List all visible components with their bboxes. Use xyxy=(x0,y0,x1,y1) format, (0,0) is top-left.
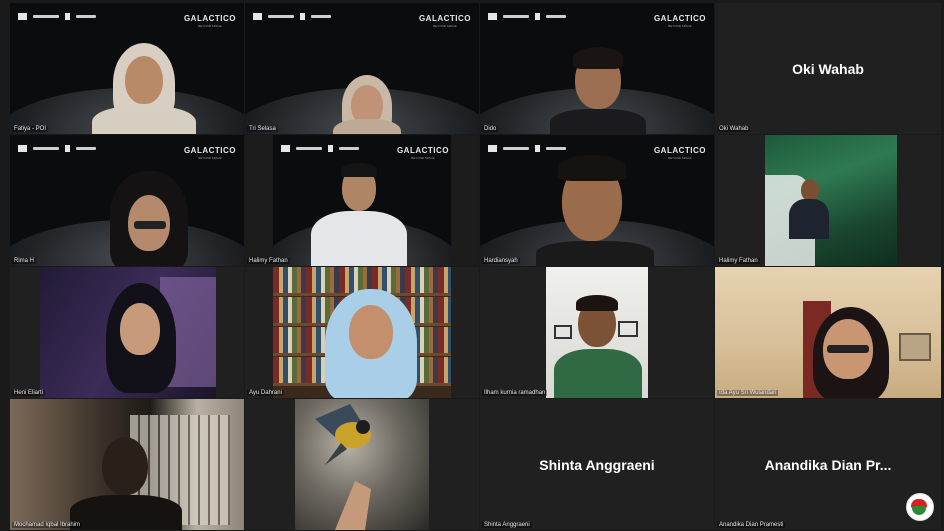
participant-tile[interactable]: Halimy Fathan xyxy=(715,135,941,266)
participant-avatar xyxy=(10,135,244,266)
participant-name: Rima H xyxy=(12,258,37,264)
participant-tile[interactable]: Mochamad Iqbal Ibrahim xyxy=(10,399,244,530)
participant-name: Halimy Fathan xyxy=(247,258,290,264)
participant-tile[interactable] xyxy=(245,399,479,530)
video-feed xyxy=(295,399,429,530)
video-feed xyxy=(10,399,244,530)
video-feed xyxy=(765,135,897,266)
participant-avatar xyxy=(480,135,714,266)
participant-display-name: Oki Wahab xyxy=(792,60,864,77)
participant-tile[interactable]: Ilham kurnia ramadhan xyxy=(480,267,714,398)
video-feed xyxy=(273,267,451,398)
participant-tile[interactable]: GALACTICO BEYOND SPACE Fatiya - POI xyxy=(10,3,244,134)
participant-name: Ayu Dahrani xyxy=(247,390,284,396)
participant-avatar xyxy=(480,3,714,134)
participant-tile[interactable]: Ayu Dahrani xyxy=(245,267,479,398)
participant-name: Oki Wahab xyxy=(717,126,751,132)
participant-tile[interactable]: GALACTICO BEYOND SPACE Rima H xyxy=(10,135,244,266)
participant-name: Ida Ayu Sri Wulandari xyxy=(717,390,779,396)
participant-name: Dido xyxy=(482,126,499,132)
participant-name: Heni Eliarti xyxy=(12,390,46,396)
participant-tile[interactable]: GALACTICO BEYOND SPACE Hardiansyah xyxy=(480,135,714,266)
participant-tile[interactable]: GALACTICO BEYOND SPACE Dido xyxy=(480,3,714,134)
participant-display-name: Anandika Dian Pr... xyxy=(764,456,892,473)
participant-name: Ilham kurnia ramadhan xyxy=(482,390,548,396)
participant-name: Hardiansyah xyxy=(482,258,520,264)
participant-tile[interactable]: GALACTICO BEYOND SPACE Tri Selasa xyxy=(245,3,479,134)
organization-logo-icon xyxy=(906,493,934,521)
meeting-gallery: GALACTICO BEYOND SPACE Fatiya - POI GALAC… xyxy=(0,0,944,531)
participant-name: Halimy Fathan xyxy=(717,258,760,264)
participant-name: Shinta Anggraeni xyxy=(482,522,532,528)
participant-tile[interactable]: Heni Eliarti xyxy=(10,267,244,398)
participant-avatar xyxy=(245,3,479,134)
participant-tile[interactable]: Oki Wahab Oki Wahab xyxy=(715,3,941,134)
video-feed xyxy=(715,267,941,398)
video-feed xyxy=(546,267,648,398)
participant-avatar xyxy=(10,3,244,134)
participant-name: Tri Selasa xyxy=(247,126,278,132)
video-feed xyxy=(40,267,216,398)
participant-name: Fatiya - POI xyxy=(12,126,49,132)
participant-name: Mochamad Iqbal Ibrahim xyxy=(12,522,83,528)
participant-tile[interactable]: Ida Ayu Sri Wulandari xyxy=(715,267,941,398)
participant-display-name: Shinta Anggraeni xyxy=(539,456,655,473)
participant-avatar xyxy=(245,135,479,266)
participant-tile[interactable]: GALACTICO BEYOND SPACE Halimy Fathan xyxy=(245,135,479,266)
participant-name: Anandika Dian Pramesti xyxy=(717,522,786,528)
participant-tile[interactable]: Shinta Anggraeni Shinta Anggraeni xyxy=(480,399,714,530)
